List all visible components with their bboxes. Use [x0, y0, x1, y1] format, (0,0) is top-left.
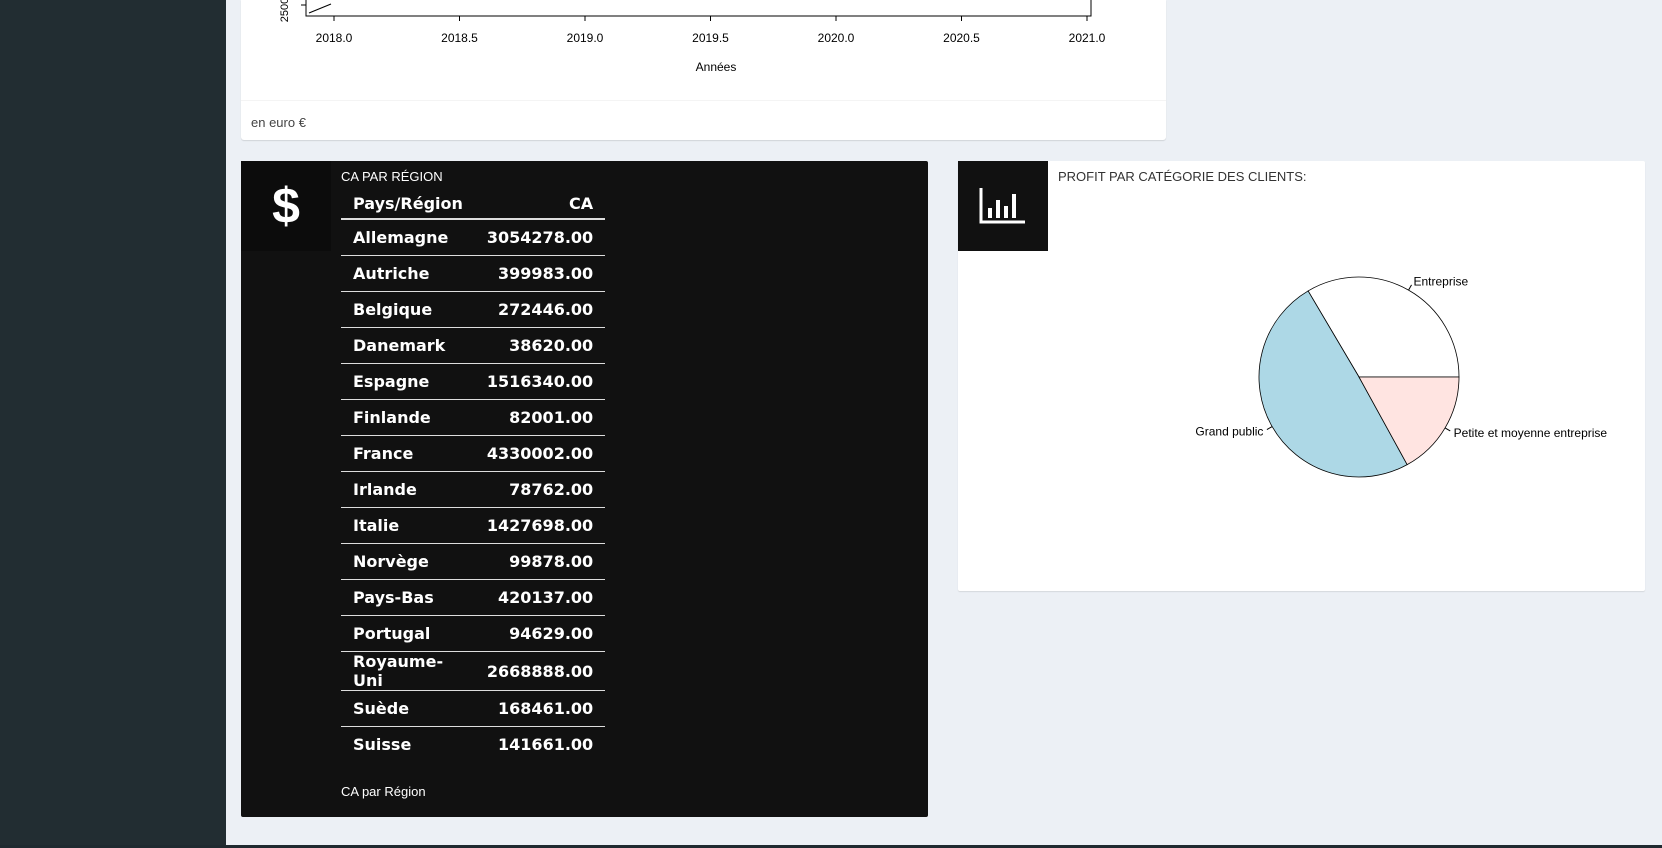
country-cell: Irlande [341, 471, 475, 508]
plot-frame [305, 0, 1092, 17]
ca-cell: 272446.00 [474, 291, 606, 328]
y-tick-label: 2500 [279, 0, 291, 22]
ca-cell: 3054278.00 [474, 219, 606, 256]
table-header: Pays/Région CA [341, 188, 606, 220]
sidebar [0, 0, 226, 848]
profit-box: PROFIT PAR CATÉGORIE DES CLIENTS: Entrep… [958, 161, 1645, 591]
pie-chart: Entreprise Grand public Petite et moyenne … [1195, 274, 1608, 478]
country-cell: Belgique [341, 291, 475, 328]
x-tick-label: 2019.5 [692, 31, 729, 45]
info-footer: CA par Région [341, 784, 426, 799]
pie-label: Entreprise [1414, 274, 1469, 288]
x-tick-label: 2021.0 [1069, 31, 1106, 45]
line-chart: 2500 2018.0 2018.5 2019.0 2019.5 2020.0 2020.… [279, 0, 1106, 74]
table-row: Belgique 272446.00 [341, 291, 606, 328]
ca-cell: 141661.00 [498, 735, 594, 754]
table-row: Finlande 82001.00 [341, 399, 606, 436]
table-row: Portugal 94629.00 [341, 615, 606, 652]
footer-note: en euro € [251, 115, 306, 130]
ca-cell: 399983.00 [474, 255, 606, 292]
country-cell: Allemagne [341, 219, 475, 256]
table-row: Autriche 399983.00 [341, 255, 606, 292]
x-tick-label: 2020.0 [818, 31, 855, 45]
country-cell: Suède [341, 690, 475, 727]
table-row: Pays-Bas 420137.00 [341, 579, 606, 616]
ca-cell: 1516340.00 [474, 363, 606, 400]
table-row: Royaume-Uni 2668888.00 [341, 651, 606, 691]
info-title: CA PAR RÉGION [341, 169, 443, 184]
pie-label-tick [1266, 426, 1273, 430]
country-cell: Pays-Bas [341, 579, 475, 616]
pie-label-tick [1444, 427, 1451, 432]
country-cell: Norvège [341, 543, 475, 580]
ca-cell: 168461.00 [474, 690, 606, 727]
line-chart-box: 2500 2018.0 2018.5 2019.0 2019.5 2020.0 2020.… [241, 0, 1166, 140]
x-tick-label: 2018.5 [441, 31, 478, 45]
x-tick-label: 2020.5 [943, 31, 980, 45]
country-cell: Portugal [341, 615, 475, 652]
ca-cell: 78762.00 [474, 471, 606, 508]
x-tick-label: 2018.0 [316, 31, 353, 45]
x-tick-label: 2019.0 [567, 31, 604, 45]
table-row: Norvège 99878.00 [341, 543, 606, 580]
ca-cell: 2668888.00 [474, 651, 606, 691]
pie-label-tick [1408, 284, 1412, 291]
table-row: Suisse 141661.00 [341, 727, 605, 763]
country-cell: Autriche [341, 255, 475, 292]
table-row: Espagne 1516340.00 [341, 363, 606, 400]
country-cell: Finlande [341, 399, 475, 436]
region-info-box: $ CA PAR RÉGION Pays/Région CA Allemagne… [241, 161, 928, 817]
country-cell: France [341, 435, 475, 472]
ca-cell: 38620.00 [474, 327, 606, 364]
ca-cell: 420137.00 [474, 579, 606, 616]
table-row: Italie 1427698.00 [341, 507, 606, 544]
table-row: Danemark 38620.00 [341, 327, 606, 364]
pie-label: Petite et moyenne entreprise [1454, 426, 1608, 440]
x-axis-label: Années [696, 60, 737, 74]
table-row: France 4330002.00 [341, 435, 606, 472]
info-content: CA PAR RÉGION Pays/Région CA Allemagne 30… [341, 169, 606, 763]
ca-cell: 4330002.00 [474, 435, 606, 472]
country-cell: Royaume-Uni [341, 651, 475, 691]
ca-cell: 99878.00 [474, 543, 606, 580]
table-row: Irlande 78762.00 [341, 471, 606, 508]
ca-cell: 82001.00 [474, 399, 606, 436]
dollar-icon: $ [241, 161, 331, 251]
series-line [308, 3, 332, 14]
header-ca: CA [474, 188, 606, 220]
box-footer: en euro € [241, 100, 1166, 141]
country-cell: Espagne [341, 363, 475, 400]
header-country: Pays/Région [341, 188, 475, 220]
region-table: Pays/Région CA Allemagne 3054278.00 Autric… [341, 188, 606, 763]
x-axis: 2018.0 2018.5 2019.0 2019.5 2020.0 2020.5 2021… [316, 16, 1106, 45]
pie-label: Grand public [1195, 425, 1263, 439]
country-cell: Italie [341, 507, 475, 544]
table-row: Suède 168461.00 [341, 690, 606, 727]
table-row: Allemagne 3054278.00 [341, 219, 606, 256]
country-cell: Danemark [341, 327, 475, 364]
ca-cell: 1427698.00 [474, 507, 606, 544]
country-cell: Suisse [353, 735, 412, 754]
ca-cell: 94629.00 [474, 615, 606, 652]
